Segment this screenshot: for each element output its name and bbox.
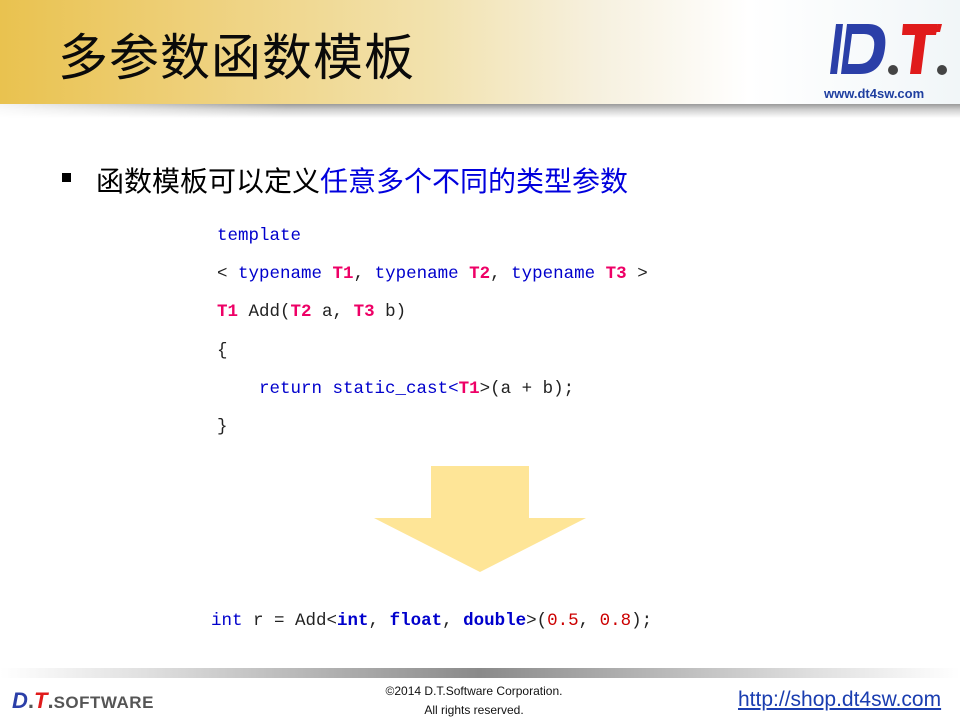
expression: r = Add< xyxy=(242,611,338,631)
punct: < xyxy=(217,264,239,284)
type-param: T1 xyxy=(217,302,239,322)
type-param: T1 xyxy=(458,379,480,399)
footer-logo: D.T.SOFTWARE xyxy=(12,688,154,713)
bullet-text: 函数模板可以定义任意多个不同的类型参数 xyxy=(96,160,628,200)
title-divider xyxy=(0,104,960,118)
page-title: 多参数函数模板 xyxy=(58,29,415,87)
type-param: T3 xyxy=(605,264,627,284)
footer-logo-t: T xyxy=(34,688,48,713)
code-line-params: < typename T1, typename T2, typename T3 … xyxy=(217,264,648,284)
type-arg: double xyxy=(463,611,527,631)
keyword: typename xyxy=(374,264,459,284)
bullet-text-plain: 函数模板可以定义 xyxy=(96,165,321,198)
footer-divider xyxy=(0,668,960,678)
code-line-template: template xyxy=(217,226,301,246)
keyword: return xyxy=(259,379,323,399)
website-url: www.dt4sw.com xyxy=(824,86,925,101)
punct: >( xyxy=(526,611,548,631)
punct: ); xyxy=(631,611,653,631)
dt-logo-icon xyxy=(830,24,947,75)
number-literal: 0.8 xyxy=(599,611,632,631)
function-name: Add( xyxy=(238,302,291,322)
type-param: T3 xyxy=(353,302,375,322)
copyright-line1: ©2014 D.T.Software Corporation. xyxy=(385,684,563,698)
param: a, xyxy=(311,302,354,322)
code-line-return: return static_cast<T1>(a + b); xyxy=(217,379,574,399)
keyword: template xyxy=(217,226,302,246)
number-literal: 0.5 xyxy=(547,611,579,631)
type-param: T2 xyxy=(290,302,312,322)
keyword: static_cast xyxy=(332,379,449,399)
punct: , xyxy=(442,611,464,631)
shop-link[interactable]: http://shop.dt4sw.com xyxy=(738,688,941,712)
expression: >(a + b); xyxy=(479,379,575,399)
punct: , xyxy=(490,264,512,284)
code-line-signature: T1 Add(T2 a, T3 b) xyxy=(217,302,406,322)
keyword: typename xyxy=(511,264,596,284)
punct: , xyxy=(578,611,600,631)
footer-logo-software: SOFTWARE xyxy=(53,693,154,712)
bullet-square-icon xyxy=(62,173,71,182)
punct: , xyxy=(368,611,390,631)
punct: > xyxy=(626,264,648,284)
code-line-close-brace: } xyxy=(217,417,228,437)
type-param: T2 xyxy=(469,264,491,284)
copyright-line2: All rights reserved. xyxy=(424,703,524,717)
keyword: typename xyxy=(238,264,323,284)
type-arg: float xyxy=(389,611,443,631)
down-arrow-icon xyxy=(374,466,586,572)
punct: , xyxy=(353,264,375,284)
code-line-open-brace: { xyxy=(217,341,228,361)
copyright: ©2014 D.T.Software Corporation. All right… xyxy=(372,682,576,720)
type-arg: int xyxy=(337,611,369,631)
footer-logo-d: D xyxy=(12,688,28,713)
keyword: int xyxy=(211,611,243,631)
bullet-text-highlight: 任意多个不同的类型参数 xyxy=(320,165,629,198)
type-param: T1 xyxy=(332,264,354,284)
param: b) xyxy=(374,302,407,322)
code-line-call: int r = Add<int, float, double>(0.5, 0.8… xyxy=(211,611,652,631)
punct: < xyxy=(448,379,459,399)
